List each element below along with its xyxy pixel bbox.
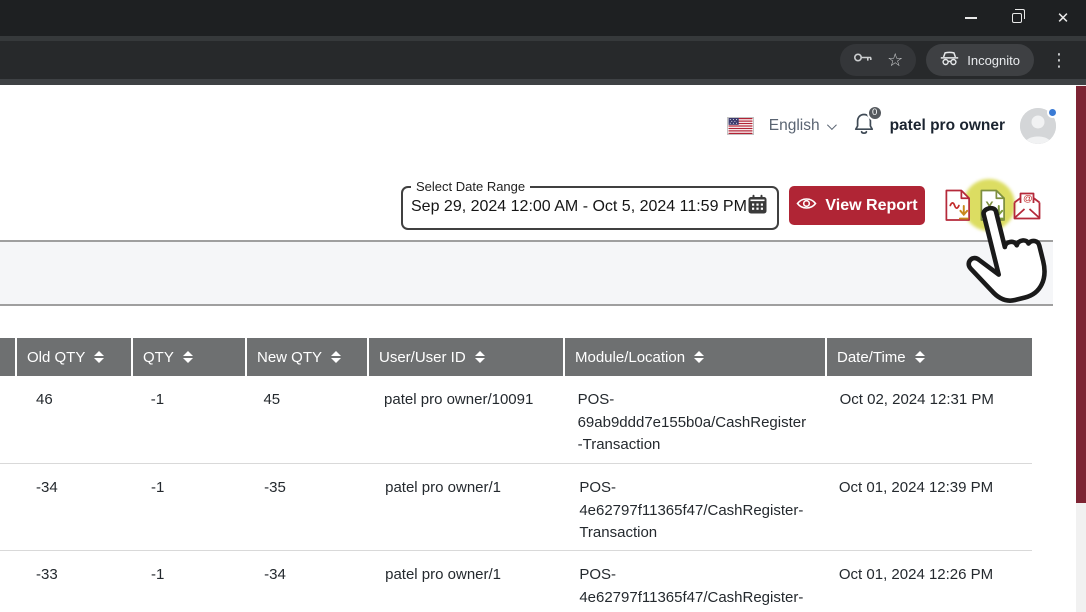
eye-icon — [796, 196, 817, 216]
restore-button[interactable] — [994, 0, 1040, 36]
avatar[interactable] — [1020, 108, 1056, 144]
cell-old-qty: -34 — [26, 464, 141, 550]
language-label: English — [769, 117, 820, 135]
page-scrollbar[interactable] — [1076, 85, 1086, 612]
close-button[interactable]: ✕ — [1040, 0, 1086, 36]
bookmark-star-icon[interactable]: ☆ — [887, 51, 903, 69]
cell-module-location: POS-4e62797f11365f47/CashRegister-Transa… — [569, 551, 829, 612]
cell-qty: -1 — [141, 376, 254, 463]
date-range-field[interactable]: Select Date Range Sep 29, 2024 12:00 AM … — [401, 179, 779, 230]
column-header-date-time[interactable]: Date/Time — [827, 338, 1032, 376]
column-label: Date/Time — [837, 349, 906, 366]
language-selector[interactable]: English — [769, 117, 834, 135]
toolbar-action-group: ☆ — [840, 44, 916, 76]
column-header-qty[interactable]: QTY — [133, 338, 247, 376]
column-header-module-location[interactable]: Module/Location — [565, 338, 827, 376]
sort-icon[interactable] — [183, 350, 193, 364]
cell-old-qty: -33 — [26, 551, 141, 612]
notification-badge: 0 — [867, 105, 883, 121]
column-label: QTY — [143, 349, 174, 366]
browser-menu-icon[interactable]: ⋮ — [1044, 51, 1074, 69]
notifications-button[interactable]: 0 — [853, 112, 875, 141]
page-header-row: English 0 patel pro owner — [727, 108, 1056, 144]
table-header-row: Old QTY QTY New QTY User/User ID Module/… — [0, 338, 1032, 376]
cell-module-location: POS-4e62797f11365f47/CashRegister-Transa… — [569, 464, 829, 550]
calendar-icon[interactable] — [747, 194, 768, 220]
bell-icon — [853, 123, 875, 140]
cell-qty: -1 — [141, 464, 254, 550]
incognito-icon — [940, 51, 959, 69]
browser-titlebar: ✕ — [0, 0, 1086, 36]
cell-cut — [0, 376, 26, 463]
sort-icon[interactable] — [915, 350, 925, 364]
cell-new-qty: 45 — [253, 376, 374, 463]
table-header-cut-column — [0, 338, 17, 376]
column-label: New QTY — [257, 349, 322, 366]
column-label: Old QTY — [27, 349, 85, 366]
cell-date-time: Oct 01, 2024 12:39 PM — [829, 464, 1032, 550]
cell-qty: -1 — [141, 551, 254, 612]
cell-date-time: Oct 01, 2024 12:26 PM — [829, 551, 1032, 612]
date-range-label: Select Date Range — [411, 179, 530, 194]
cell-module-location: POS-69ab9ddd7e155b0a/CashRegister-Transa… — [568, 376, 830, 463]
sort-icon[interactable] — [94, 350, 104, 364]
column-header-old-qty[interactable]: Old QTY — [17, 338, 133, 376]
view-report-label: View Report — [825, 197, 917, 215]
cell-user: patel pro owner/1 — [375, 464, 569, 550]
sort-icon[interactable] — [694, 350, 704, 364]
cell-new-qty: -35 — [254, 464, 375, 550]
view-report-button[interactable]: View Report — [789, 186, 925, 225]
window-controls: ✕ — [948, 0, 1086, 36]
report-table: Old QTY QTY New QTY User/User ID Module/… — [0, 338, 1032, 612]
cell-user: patel pro owner/1 — [375, 551, 569, 612]
column-label: Module/Location — [575, 349, 685, 366]
cell-cut — [0, 464, 26, 550]
password-key-icon[interactable] — [853, 51, 873, 69]
status-dot — [1047, 107, 1058, 118]
date-range-value[interactable]: Sep 29, 2024 12:00 AM - Oct 5, 2024 11:5… — [411, 198, 747, 216]
scrollbar-thumb[interactable] — [1076, 86, 1086, 503]
browser-toolbar: ☆ Incognito ⋮ — [0, 41, 1086, 79]
cell-date-time: Oct 02, 2024 12:31 PM — [830, 376, 1032, 463]
minimize-button[interactable] — [948, 0, 994, 36]
column-header-user[interactable]: User/User ID — [369, 338, 565, 376]
incognito-badge: Incognito — [926, 44, 1034, 76]
chevron-down-icon — [827, 120, 837, 130]
cell-old-qty: 46 — [26, 376, 141, 463]
cell-user: patel pro owner/10091 — [374, 376, 568, 463]
user-name[interactable]: patel pro owner — [890, 117, 1005, 135]
cell-new-qty: -34 — [254, 551, 375, 612]
table-row: -33 -1 -34 patel pro owner/1 POS-4e62797… — [0, 551, 1032, 612]
column-label: User/User ID — [379, 349, 466, 366]
close-icon: ✕ — [1057, 11, 1070, 26]
incognito-label: Incognito — [967, 53, 1020, 68]
sort-icon[interactable] — [331, 350, 341, 364]
us-flag-icon — [727, 117, 754, 135]
restore-icon — [1012, 13, 1022, 23]
cell-cut — [0, 551, 26, 612]
screen: ✕ ☆ Incognito ⋮ English — [0, 0, 1086, 612]
table-row: 46 -1 45 patel pro owner/10091 POS-69ab9… — [0, 376, 1032, 464]
table-row: -34 -1 -35 patel pro owner/1 POS-4e62797… — [0, 464, 1032, 551]
filter-panel: Clear — [0, 240, 1053, 306]
sort-icon[interactable] — [475, 350, 485, 364]
minimize-icon — [965, 17, 977, 19]
date-range-inner: Sep 29, 2024 12:00 AM - Oct 5, 2024 11:5… — [403, 194, 777, 228]
page-content: English 0 patel pro owner Select Date Ra… — [0, 85, 1086, 612]
column-header-new-qty[interactable]: New QTY — [247, 338, 369, 376]
